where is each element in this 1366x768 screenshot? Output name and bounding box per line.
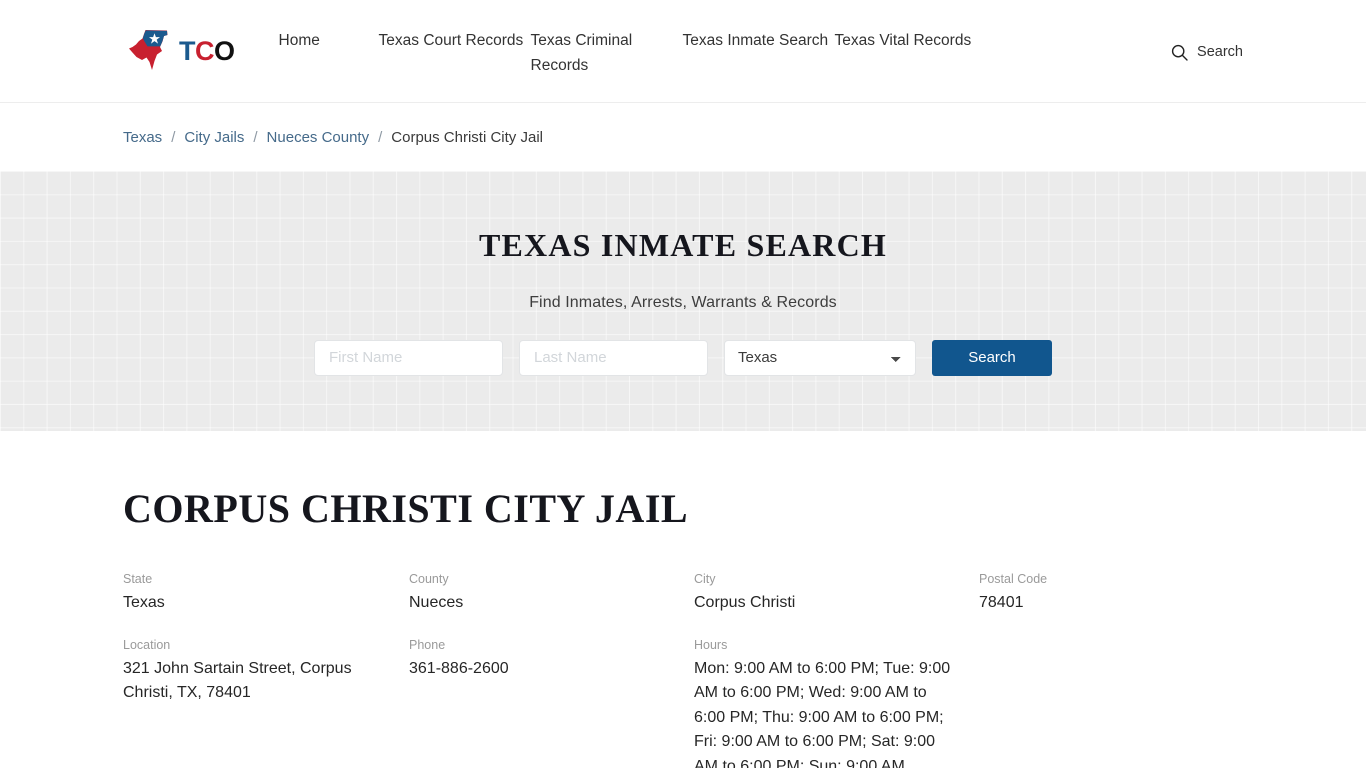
- breadcrumb-separator: /: [253, 128, 258, 146]
- detail-label: Location: [123, 637, 171, 652]
- hero-subtitle: Find Inmates, Arrests, Warrants & Record…: [529, 293, 837, 311]
- header-search-toggle[interactable]: Search: [1171, 42, 1243, 61]
- breadcrumb-bar: Texas / City Jails / Nueces County / Cor…: [0, 103, 1366, 171]
- page-title: CORPUS CHRISTI CITY JAIL: [123, 486, 689, 531]
- breadcrumb-separator: /: [378, 128, 383, 146]
- site-header: TCO Home Texas Court Records Texas Crimi…: [0, 0, 1366, 103]
- detail-value: Corpus Christi: [694, 594, 796, 611]
- last-name-input[interactable]: [519, 339, 708, 376]
- detail-label: Hours: [694, 637, 728, 652]
- search-submit-button[interactable]: Search: [932, 339, 1052, 376]
- detail-label: County: [409, 572, 449, 586]
- breadcrumb-item-nueces-county[interactable]: Nueces County: [267, 129, 370, 146]
- detail-value: 361-886-2600: [409, 659, 509, 677]
- texas-state-logo-icon: [123, 27, 179, 75]
- detail-value: 321 John Sartain Street, Corpus Christi,…: [123, 659, 352, 702]
- brand-letter-t: T: [179, 35, 196, 66]
- inmate-search-form: Texas Search: [314, 339, 1052, 376]
- detail-phone: Phone 361-886-2600: [409, 636, 694, 768]
- nav-item-texas-inmate-search[interactable]: Texas Inmate Search: [683, 26, 835, 53]
- facility-detail-grid: State Texas County Nueces City Corpus Ch…: [123, 570, 1243, 768]
- breadcrumb-item-texas[interactable]: Texas: [123, 129, 162, 146]
- detail-hours: Hours Mon: 9:00 AM to 6:00 PM; Tue: 9:00…: [694, 636, 979, 768]
- breadcrumb: Texas / City Jails / Nueces County / Cor…: [123, 129, 1243, 146]
- nav-item-texas-criminal-records[interactable]: Texas Criminal Records: [531, 26, 683, 78]
- detail-postal-code: Postal Code 78401: [979, 570, 1243, 616]
- hero-search-section: TEXAS INMATE SEARCH Find Inmates, Arrest…: [0, 171, 1366, 431]
- detail-state: State Texas: [123, 570, 409, 616]
- detail-label: Postal Code: [979, 572, 1048, 586]
- detail-county: County Nueces: [409, 570, 694, 616]
- brand-letter-c: C: [195, 35, 215, 66]
- detail-label: State: [123, 572, 153, 586]
- detail-value: Nueces: [409, 594, 464, 611]
- detail-value: 78401: [979, 594, 1024, 611]
- breadcrumb-separator: /: [171, 128, 176, 146]
- search-icon: [1171, 44, 1188, 61]
- detail-city: City Corpus Christi: [694, 570, 979, 616]
- detail-empty-cell: [979, 636, 1243, 768]
- brand-wordmark: TCO: [179, 35, 235, 66]
- nav-item-texas-court-records[interactable]: Texas Court Records: [379, 26, 531, 53]
- state-select[interactable]: Texas: [724, 339, 916, 376]
- nav-item-home[interactable]: Home: [279, 26, 379, 53]
- brand-letter-o: O: [214, 35, 235, 66]
- detail-value: Texas: [123, 594, 165, 611]
- hero-title: TEXAS INMATE SEARCH: [478, 227, 888, 264]
- header-search-label: Search: [1197, 44, 1243, 60]
- main-navigation: Home Texas Court Records Texas Criminal …: [279, 24, 1172, 78]
- detail-label: Phone: [409, 637, 446, 652]
- breadcrumb-item-current: Corpus Christi City Jail: [391, 128, 543, 146]
- first-name-input[interactable]: [314, 339, 503, 376]
- detail-value: Mon: 9:00 AM to 6:00 PM; Tue: 9:00 AM to…: [694, 659, 951, 768]
- brand-logo-link[interactable]: TCO: [123, 27, 235, 75]
- page-root: TCO Home Texas Court Records Texas Crimi…: [0, 0, 1366, 768]
- main-content: CORPUS CHRISTI CITY JAIL State Texas Cou…: [123, 431, 1243, 768]
- nav-item-texas-vital-records[interactable]: Texas Vital Records: [835, 26, 987, 53]
- breadcrumb-item-city-jails[interactable]: City Jails: [184, 129, 244, 146]
- detail-location: Location 321 John Sartain Street, Corpus…: [123, 636, 409, 768]
- header-inner: TCO Home Texas Court Records Texas Crimi…: [123, 0, 1243, 102]
- detail-label: City: [694, 572, 716, 586]
